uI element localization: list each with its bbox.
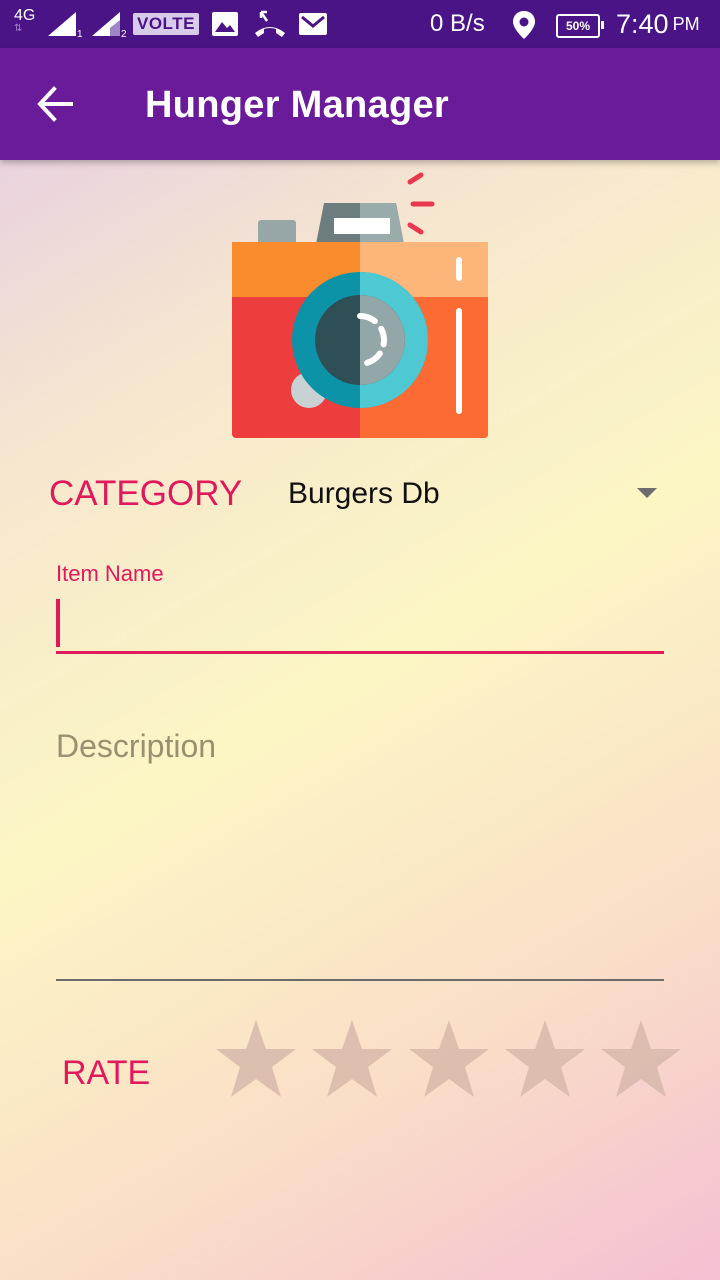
star-icon[interactable] [310, 1018, 394, 1100]
rate-label: RATE [62, 1054, 151, 1092]
star-icon[interactable] [407, 1018, 491, 1100]
category-selected-value[interactable]: Burgers Db [288, 477, 440, 511]
data-arrows-icon: ⇅ [14, 23, 24, 34]
clock-time: 7:40 [616, 8, 669, 39]
missed-call-icon [255, 10, 285, 37]
app-bar: Hunger Manager [0, 48, 720, 160]
gmail-icon [299, 13, 327, 35]
network-type: 4G ⇅ [14, 8, 35, 34]
star-icon[interactable] [503, 1018, 587, 1100]
signal-sim1-icon: 1 [48, 12, 83, 38]
item-name-input[interactable] [56, 596, 664, 654]
network-type-label: 4G [14, 7, 36, 24]
category-label: CATEGORY [49, 474, 243, 513]
clock-ampm: PM [672, 13, 700, 34]
sim2-label: 2 [121, 29, 127, 38]
arrow-back-icon [37, 86, 73, 122]
status-bar: 4G ⇅ 1 2 VOLTE 0 B/s 50% 7:40 PM [0, 0, 720, 48]
network-speed: 0 B/s [430, 10, 485, 37]
battery-indicator: 50% [556, 14, 604, 38]
camera-icon[interactable] [220, 170, 500, 445]
item-name-label: Item Name [56, 561, 164, 586]
star-icon[interactable] [599, 1018, 683, 1100]
star-icon[interactable] [214, 1018, 298, 1100]
image-notification-icon [212, 12, 238, 36]
clock: 7:40 PM [616, 0, 700, 48]
app-title: Hunger Manager [145, 84, 450, 126]
sim1-label: 1 [77, 29, 83, 38]
location-icon [513, 11, 535, 39]
volte-badge: VOLTE [133, 13, 199, 35]
back-button[interactable] [26, 78, 86, 130]
description-input[interactable] [56, 728, 664, 981]
dropdown-arrow-icon[interactable] [637, 488, 657, 498]
signal-sim2-icon: 2 [92, 12, 127, 38]
text-cursor [56, 599, 60, 647]
